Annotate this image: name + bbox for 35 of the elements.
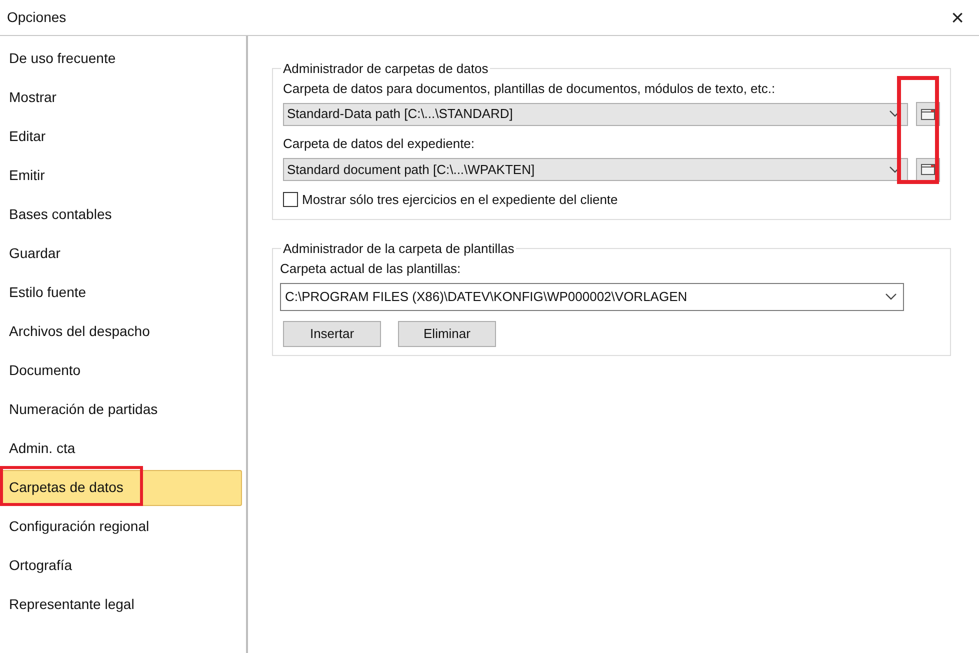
field-label: Carpeta actual de las plantillas: <box>280 260 462 278</box>
sidebar-item[interactable]: Configuración regional <box>0 508 242 544</box>
sidebar-item[interactable]: Guardar <box>0 236 242 272</box>
sidebar-item[interactable]: De uso frecuente <box>0 40 242 76</box>
dropdown-value: Standard-Data path [C:\...\STANDARD] <box>287 105 513 124</box>
sidebar-item[interactable]: Mostrar <box>0 80 242 116</box>
field-label: Carpeta de datos del expediente: <box>283 135 476 153</box>
sidebar-item[interactable]: Ortografía <box>0 548 242 584</box>
action-button[interactable]: Insertar <box>283 321 381 347</box>
window-title: Opciones <box>7 8 66 27</box>
chevron-down-icon <box>885 293 897 301</box>
sidebar-item[interactable]: Admin. cta <box>0 430 242 466</box>
sidebar-item[interactable]: Documento <box>0 352 242 388</box>
dropdown-value: C:\PROGRAM FILES (X86)\DATEV\KONFIG\WP000002\VORLAGEN <box>285 288 688 306</box>
close-button[interactable]: × <box>943 6 972 28</box>
sidebar-item[interactable]: Estilo fuente <box>0 274 242 310</box>
sidebar-item[interactable]: Representante legal <box>0 586 242 622</box>
window-icon <box>921 164 935 175</box>
dropdown-field[interactable]: Standard document path [C:\...\WPAKTEN] <box>283 158 908 181</box>
group-title: Administrador de carpetas de datos <box>282 60 490 78</box>
group-title: Administrador de la carpeta de plantillas <box>282 240 516 258</box>
field-label: Carpeta de datos para documentos, plantillas de documentos, módulos de texto, etc.: <box>283 80 776 98</box>
sidebar-item[interactable]: Bases contables <box>0 196 242 232</box>
sidebar-item[interactable]: Emitir <box>0 158 242 194</box>
checkbox[interactable] <box>283 192 298 207</box>
dropdown-value: Standard document path [C:\...\WPAKTEN] <box>287 160 535 179</box>
action-button[interactable]: Eliminar <box>398 321 496 347</box>
sidebar-item[interactable]: Carpetas de datos <box>0 470 242 506</box>
sidebar-item[interactable]: Archivos del despacho <box>0 314 242 350</box>
sidebar-item[interactable]: Editar <box>0 118 242 154</box>
dropdown-field[interactable]: Standard-Data path [C:\...\STANDARD] <box>283 102 908 126</box>
window-icon <box>921 108 935 120</box>
checkbox-label: Mostrar sólo tres ejercicios en el expediente del cliente <box>302 190 618 209</box>
sidebar-item[interactable]: Numeración de partidas <box>0 392 242 428</box>
dropdown-field[interactable]: C:\PROGRAM FILES (X86)\DATEV\KONFIG\WP000002\VORLAGEN <box>280 283 904 311</box>
